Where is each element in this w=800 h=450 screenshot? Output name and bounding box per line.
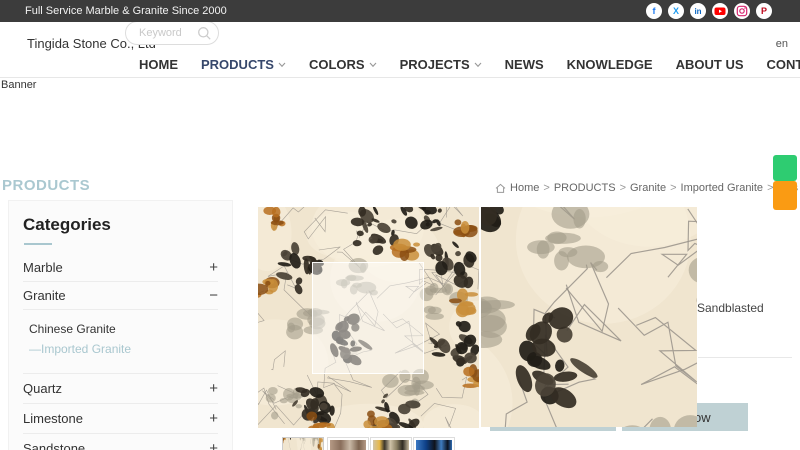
zoomed-image-panel — [479, 207, 697, 427]
sidebar-item-sandstone[interactable]: Sandstone + — [23, 434, 218, 450]
nav-contact-us[interactable]: CONTACT US — [767, 57, 800, 72]
zoom-lens-overlay[interactable] — [312, 262, 424, 374]
top-bar: Full Service Marble & Granite Since 2000… — [0, 0, 800, 22]
breadcrumb-products[interactable]: PRODUCTS — [554, 182, 616, 194]
breadcrumb: Home > PRODUCTS > Granite > Imported Gra… — [495, 182, 798, 194]
search-box — [125, 21, 219, 45]
granite-subcategories: Chinese Granite —Imported Granite — [23, 310, 218, 374]
expand-icon[interactable]: + — [209, 410, 218, 427]
title-underline — [24, 243, 52, 245]
page-title: PRODUCTS — [2, 177, 91, 194]
facebook-icon[interactable]: f — [646, 3, 662, 19]
thumbnail-yellow-stone[interactable] — [370, 437, 412, 450]
divider — [698, 357, 792, 358]
expand-icon[interactable]: + — [209, 440, 218, 450]
tagline: Full Service Marble & Granite Since 2000 — [25, 5, 227, 17]
youtube-icon[interactable] — [712, 3, 728, 19]
language-switch[interactable]: en — [776, 38, 788, 50]
x-twitter-icon[interactable]: X — [668, 3, 684, 19]
nav-about-us[interactable]: ABOUT US — [676, 57, 744, 72]
thumbnail-granite[interactable] — [282, 437, 324, 450]
sidebar-title: Categories — [23, 215, 111, 234]
nav-colors[interactable]: COLORS — [309, 57, 377, 72]
social-links: f X in P — [646, 3, 772, 19]
instagram-icon[interactable] — [734, 3, 750, 19]
sidebar-item-granite[interactable]: Granite − — [23, 282, 218, 310]
nav-products[interactable]: PRODUCTS — [201, 57, 286, 72]
breadcrumb-imported-granite[interactable]: Imported Granite — [681, 182, 764, 194]
nav-knowledge[interactable]: KNOWLEDGE — [567, 57, 653, 72]
nav-home[interactable]: HOME — [139, 57, 178, 72]
search-input[interactable] — [139, 27, 197, 39]
linkedin-icon[interactable]: in — [690, 3, 706, 19]
expand-icon[interactable]: + — [209, 380, 218, 397]
pinterest-icon[interactable]: P — [756, 3, 772, 19]
surface-finish-label: Sandblasted — [697, 301, 764, 315]
breadcrumb-home[interactable]: Home — [510, 182, 539, 194]
sidebar-item-chinese-granite[interactable]: Chinese Granite — [29, 319, 218, 339]
thumbnail-blue-stone[interactable] — [413, 437, 455, 450]
collapse-icon[interactable]: − — [209, 287, 218, 304]
chevron-down-icon — [369, 62, 376, 67]
sidebar-item-imported-granite[interactable]: —Imported Granite — [29, 339, 218, 359]
home-icon — [495, 183, 506, 193]
nav-projects[interactable]: PROJECTS — [400, 57, 482, 72]
categories-sidebar: Categories Marble + Granite − Chinese Gr… — [8, 200, 233, 450]
sidebar-item-limestone[interactable]: Limestone + — [23, 404, 218, 434]
sidebar-item-quartz[interactable]: Quartz + — [23, 374, 218, 404]
main-nav: HOME PRODUCTS COLORS PROJECTS NEWS KNOWL… — [139, 57, 800, 72]
header: Tingida Stone Co., Ltd en HOME PRODUCTS … — [0, 21, 800, 78]
chevron-down-icon — [474, 62, 482, 67]
search-icon[interactable] — [197, 26, 212, 41]
breadcrumb-granite[interactable]: Granite — [630, 182, 666, 194]
thumbnail-brown-stone[interactable] — [327, 437, 369, 450]
floating-contact-green-button[interactable] — [773, 155, 797, 181]
nav-news[interactable]: NEWS — [505, 57, 544, 72]
banner-alt-text: Banner — [1, 79, 37, 91]
floating-contact-orange-button[interactable] — [773, 181, 797, 210]
chevron-down-icon — [278, 62, 286, 67]
sidebar-item-marble[interactable]: Marble + — [23, 254, 218, 282]
expand-icon[interactable]: + — [209, 259, 218, 276]
